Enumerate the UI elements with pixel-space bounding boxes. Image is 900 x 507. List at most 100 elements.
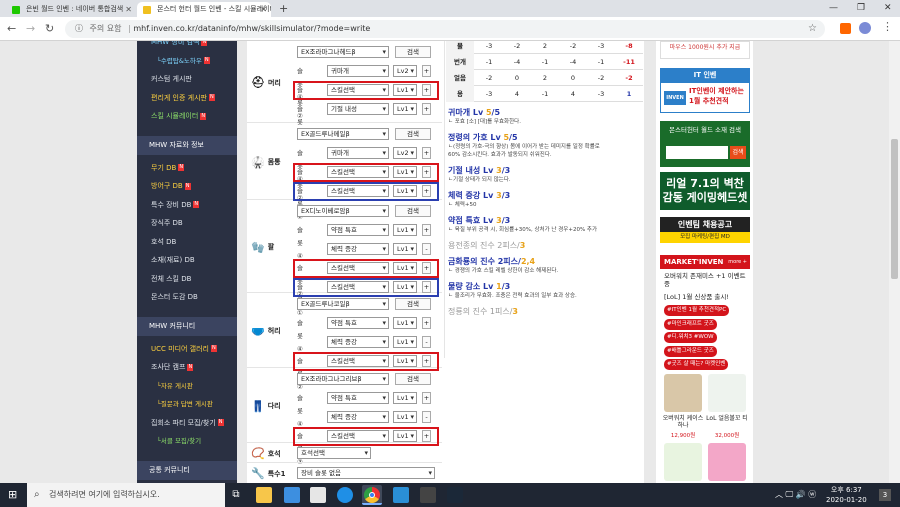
close-tab-icon[interactable]: ✕ xyxy=(260,2,267,17)
nav-section-header[interactable]: MHW 커뮤니티 xyxy=(137,316,237,336)
file-explorer-icon[interactable] xyxy=(256,487,272,503)
remove-button[interactable]: - xyxy=(422,243,431,255)
level-select[interactable]: Lv1 xyxy=(393,317,417,329)
taskbar-search[interactable]: ⌕ 검색하려면 여기에 입력하십시오. xyxy=(27,483,225,507)
skill-select[interactable]: 체력 증강 xyxy=(327,336,389,348)
tray-icons[interactable]: ︿ 🖵 🔊 ⓦ xyxy=(775,489,816,500)
windows-start-icon[interactable]: ⊞ xyxy=(8,488,17,501)
product-image-2[interactable] xyxy=(708,374,746,412)
skill-select[interactable]: 약점 특효 xyxy=(327,317,389,329)
page-scrollbar[interactable] xyxy=(889,41,900,483)
nav-item[interactable]: UCC 미디어 갤러리 N xyxy=(137,340,237,359)
url-bar[interactable]: ⓘ 주의 요함 | mhf.inven.co.kr/dataninfo/mhw/… xyxy=(65,20,825,38)
calculator-icon[interactable] xyxy=(420,487,436,503)
skill-select[interactable]: 약점 특효 xyxy=(327,392,389,404)
extension-icon[interactable] xyxy=(840,23,851,34)
skill-select[interactable]: 귀마개 xyxy=(327,147,389,159)
nav-item[interactable]: 전체 스킬 DB xyxy=(137,270,237,289)
nav-item[interactable]: └자유 게시판 xyxy=(137,377,237,396)
clock[interactable]: 오후 6:37 2020-01-20 xyxy=(826,485,867,505)
maximize-button[interactable]: ❐ xyxy=(857,2,865,14)
nav-item[interactable]: 커스텀 게시판 xyxy=(137,70,237,89)
remove-button[interactable]: - xyxy=(422,411,431,423)
headset-banner[interactable]: 리얼 7.1의 벽찬 감동 게이밍헤드셋 xyxy=(660,172,750,210)
nav-item[interactable]: 호석 DB xyxy=(137,233,237,252)
level-select[interactable]: Lv1 xyxy=(393,411,417,423)
edge-icon[interactable] xyxy=(337,487,353,503)
it-inven-ad[interactable]: INVEN IT인벤이 제안하는 1월 추천견적 xyxy=(660,82,750,113)
product-image-1[interactable] xyxy=(664,374,702,412)
armor-search-button[interactable]: 검색 xyxy=(395,128,431,140)
menu-dots-icon[interactable]: ⋮ xyxy=(882,20,893,33)
nav-section-header[interactable]: 공통 커뮤니티 xyxy=(137,460,237,480)
nav-section-header[interactable]: MHW 자료와 정보 xyxy=(137,135,237,155)
special-select[interactable]: 장비 슬롯 없음 xyxy=(297,467,435,479)
armor-search-button[interactable]: 검색 xyxy=(395,298,431,310)
close-tab-icon[interactable]: ✕ xyxy=(125,2,132,17)
skill-select[interactable]: 체력 증강 xyxy=(327,243,389,255)
level-select[interactable]: Lv2 xyxy=(393,147,417,159)
market-tag[interactable]: #IT인벤 1월 추천견적PC xyxy=(664,305,730,316)
market-tag[interactable]: #디.워치3 #WOW xyxy=(664,332,717,343)
it-inven-title[interactable]: IT 인벤 xyxy=(660,68,750,82)
scrollbar-thumb[interactable] xyxy=(891,139,898,279)
market-text-2[interactable]: [LoL] 1월 신상품 출시! xyxy=(660,291,750,301)
chrome-icon-active[interactable] xyxy=(362,485,382,505)
level-select[interactable]: Lv1 xyxy=(393,224,417,236)
product-image-4[interactable] xyxy=(708,443,746,481)
skill-select[interactable]: 약점 특효 xyxy=(327,224,389,236)
level-select[interactable]: Lv1 xyxy=(393,243,417,255)
armor-search-button[interactable]: 검색 xyxy=(395,373,431,385)
armor-select[interactable]: EX조라마그나그리브β xyxy=(297,373,389,385)
nav-item[interactable]: 조사단 캠프 N xyxy=(137,358,237,377)
nav-item[interactable]: └질문과 답변 게시판 xyxy=(137,395,237,414)
job-sub[interactable]: 모집 마케팅/편집 MD xyxy=(660,232,750,243)
forward-button[interactable]: → xyxy=(26,22,35,35)
nav-item[interactable]: 스킬 시뮬레이터 N xyxy=(137,107,237,126)
info-icon[interactable]: ⓘ xyxy=(75,24,83,33)
browser-tab-active[interactable]: 몬스터 헌터 월드 인벤 - 스킬 시뮬레이터 ✕ xyxy=(137,2,271,17)
nav-item[interactable]: 방어구 DB N xyxy=(137,177,237,196)
level-select[interactable]: Lv1 xyxy=(393,336,417,348)
mail-icon[interactable] xyxy=(310,487,326,503)
nav-item[interactable]: 집회소 파티 모집/찾기 N xyxy=(137,414,237,433)
market-tag[interactable]: #굿즈 살 때는? 마켓인벤 xyxy=(664,359,729,370)
nav-item[interactable]: MHW 장비 검색 N xyxy=(137,41,237,52)
nav-item[interactable]: 무기 DB N xyxy=(137,159,237,178)
level-select[interactable]: Lv1 xyxy=(393,392,417,404)
remove-button[interactable]: - xyxy=(422,336,431,348)
armor-select[interactable]: EX골드루나코일β xyxy=(297,298,389,310)
notification-badge[interactable]: 3 xyxy=(879,489,891,501)
browser-tab[interactable]: 은빈 월드 인벤 : 네이버 통합검색 ✕ xyxy=(6,2,136,17)
minimize-button[interactable]: — xyxy=(829,2,838,14)
skill-select[interactable]: 체력 증강 xyxy=(327,411,389,423)
add-button[interactable]: + xyxy=(422,392,431,404)
add-button[interactable]: + xyxy=(422,65,431,77)
reload-button[interactable]: ↻ xyxy=(45,22,54,35)
nav-item[interactable]: 장식주 DB xyxy=(137,214,237,233)
add-button[interactable]: + xyxy=(422,147,431,159)
store-icon[interactable] xyxy=(284,487,300,503)
product-name-1[interactable]: 오버워치 케이스 하나 xyxy=(660,415,706,429)
nav-item[interactable]: 몬스터 도감 DB xyxy=(137,288,237,307)
armor-search-button[interactable]: 검색 xyxy=(395,46,431,58)
nav-item[interactable]: └수렵탑&노하우 N xyxy=(137,52,237,71)
charm-select[interactable]: 호석선택 xyxy=(297,447,371,459)
top-ad[interactable]: 마우스 1000원시 추가 지급 xyxy=(660,41,750,59)
skill-select[interactable]: 귀마개 xyxy=(327,65,389,77)
bookmark-star-icon[interactable]: ☆ xyxy=(808,20,817,38)
add-button[interactable]: + xyxy=(422,224,431,236)
nav-item[interactable]: 편리게 인증 게시판 N xyxy=(137,89,237,108)
product-name-2[interactable]: LoL 얼음볼꼬 티 xyxy=(704,415,750,422)
task-view-icon[interactable]: ⧉ xyxy=(228,487,244,503)
close-window-button[interactable]: ✕ xyxy=(884,2,892,14)
skill-select[interactable]: 기절 내성 xyxy=(327,103,389,115)
level-select[interactable]: Lv2 xyxy=(393,65,417,77)
armor-select[interactable]: EX골드루나메일β xyxy=(297,128,389,140)
market-more-link[interactable]: more + xyxy=(728,255,747,269)
job-ad[interactable]: 인벤팀 채용공고 xyxy=(660,217,750,232)
steam-icon[interactable] xyxy=(447,487,463,503)
add-button[interactable]: + xyxy=(422,103,431,115)
level-select[interactable]: Lv1 xyxy=(393,103,417,115)
armor-select[interactable]: EX디노이베로암β xyxy=(297,205,389,217)
